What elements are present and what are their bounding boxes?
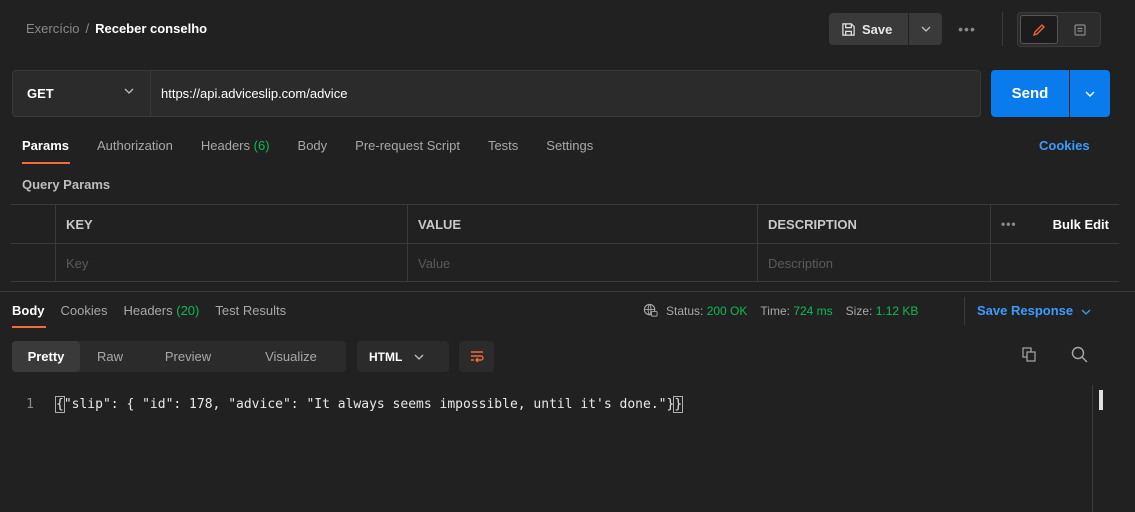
format-select[interactable]: HTML	[357, 341, 449, 372]
view-preview[interactable]: Preview	[140, 341, 236, 372]
value-input[interactable]: Value	[407, 244, 757, 282]
globe-icon[interactable]	[643, 303, 658, 318]
view-raw[interactable]: Raw	[80, 341, 140, 372]
response-headers-count: (20)	[176, 303, 200, 318]
wrap-icon	[470, 350, 484, 362]
view-pretty[interactable]: Pretty	[12, 341, 80, 372]
row-actions	[990, 244, 1119, 282]
response-headers-label: Headers	[123, 303, 173, 318]
save-dropdown-button[interactable]	[909, 13, 942, 45]
response-body-line: 1 {"slip": { "id": 178, "advice": "It al…	[0, 392, 1090, 416]
description-input[interactable]: Description	[757, 244, 990, 282]
tab-settings[interactable]: Settings	[546, 138, 593, 164]
size-label: Size:	[845, 303, 873, 318]
column-actions: ••• Bulk Edit	[990, 205, 1119, 243]
pencil-icon	[1032, 23, 1045, 36]
column-value: VALUE	[407, 205, 757, 243]
tab-headers-label: Headers	[200, 138, 251, 153]
column-options-button[interactable]: •••	[1001, 217, 1017, 231]
breadcrumb-collection[interactable]: Exercício	[26, 21, 79, 36]
size-info[interactable]: Size: 1.12 KB	[846, 304, 919, 318]
more-actions-button[interactable]: •••	[954, 20, 980, 38]
column-key: KEY	[55, 205, 407, 243]
save-response-label: Save Response	[977, 303, 1074, 318]
key-input[interactable]: Key	[55, 244, 407, 282]
chevron-down-icon	[1081, 309, 1091, 315]
send-dropdown-button[interactable]	[1070, 70, 1110, 117]
query-params-table: KEY VALUE DESCRIPTION ••• Bulk Edit Key …	[11, 204, 1119, 282]
divider	[964, 297, 965, 325]
query-params-label: Query Params	[22, 177, 111, 192]
breadcrumb-separator: /	[85, 21, 90, 36]
close-brace: }	[673, 395, 684, 413]
request-name[interactable]: Receber conselho	[95, 21, 207, 36]
tab-headers[interactable]: Headers (6)	[201, 138, 270, 164]
checkbox-column	[11, 205, 55, 243]
status-label: Status:	[666, 303, 704, 318]
column-description: DESCRIPTION	[757, 205, 990, 243]
status-value: 200 OK	[706, 303, 748, 318]
save-label: Save	[862, 21, 893, 37]
format-label: HTML	[369, 349, 403, 364]
time-info[interactable]: Time: 724 ms	[760, 304, 832, 318]
code-content: "slip": { "id": 178, "advice": "It alway…	[63, 396, 675, 412]
line-number: 1	[26, 396, 34, 412]
response-tabs: Body Cookies Headers (20) Test Results	[12, 303, 302, 328]
comment-icon	[1074, 23, 1086, 36]
chevron-down-icon	[1085, 91, 1095, 97]
open-brace: {	[55, 395, 65, 413]
pane-divider[interactable]	[0, 291, 1135, 292]
save-response-button[interactable]: Save Response	[977, 303, 1091, 318]
cookies-link[interactable]: Cookies	[1039, 138, 1090, 153]
chevron-down-icon	[921, 26, 930, 32]
chevron-down-icon	[414, 354, 424, 360]
scrollbar-thumb[interactable]	[1099, 390, 1103, 410]
response-status: Status: 200 OK Time: 724 ms Size: 1.12 K…	[643, 303, 931, 318]
tab-prerequest-script[interactable]: Pre-request Script	[355, 138, 460, 164]
time-label: Time:	[760, 303, 790, 318]
tab-response-headers[interactable]: Headers (20)	[123, 303, 199, 318]
tab-response-body[interactable]: Body	[12, 303, 46, 328]
method-select[interactable]: GET	[13, 71, 151, 116]
time-value: 724 ms	[793, 303, 833, 318]
tab-params[interactable]: Params	[22, 138, 70, 164]
view-mode-toggle	[1017, 12, 1101, 47]
save-icon	[842, 22, 855, 36]
wrap-lines-button[interactable]	[459, 341, 494, 372]
save-button[interactable]: Save	[829, 13, 908, 45]
response-view-tabs: Pretty Raw Preview Visualize	[12, 341, 346, 372]
table-header-row: KEY VALUE DESCRIPTION ••• Bulk Edit	[11, 205, 1119, 244]
send-button[interactable]: Send	[991, 70, 1069, 117]
editor-scroll-edge	[1092, 385, 1093, 512]
size-value: 1.12 KB	[875, 303, 919, 318]
status-info[interactable]: Status: 200 OK	[666, 304, 747, 318]
edit-mode-button[interactable]	[1020, 15, 1058, 44]
table-row: Key Value Description	[11, 244, 1119, 283]
tab-body[interactable]: Body	[298, 138, 328, 164]
bulk-edit-button[interactable]: Bulk Edit	[1053, 217, 1109, 232]
headers-count: (6)	[253, 138, 270, 153]
documentation-mode-button[interactable]	[1062, 15, 1098, 44]
row-checkbox	[11, 244, 55, 282]
request-tabs: Params Authorization Headers (6) Body Pr…	[22, 138, 621, 168]
method-label: GET	[27, 86, 54, 101]
tab-test-results[interactable]: Test Results	[215, 303, 286, 318]
tab-tests[interactable]: Tests	[488, 138, 518, 164]
search-icon[interactable]	[1071, 346, 1088, 366]
tab-authorization[interactable]: Authorization	[97, 138, 173, 164]
top-bar: Exercício / Receber conselho Save •••	[0, 0, 1135, 58]
url-input[interactable]: https://api.adviceslip.com/advice	[161, 71, 347, 116]
view-visualize[interactable]: Visualize	[236, 341, 346, 372]
breadcrumb: Exercício / Receber conselho	[26, 21, 207, 36]
copy-icon[interactable]	[1022, 347, 1036, 365]
tab-response-cookies[interactable]: Cookies	[61, 303, 108, 318]
divider	[1002, 12, 1003, 46]
request-url-bar: GET https://api.adviceslip.com/advice	[12, 70, 981, 117]
chevron-down-icon	[124, 88, 134, 94]
